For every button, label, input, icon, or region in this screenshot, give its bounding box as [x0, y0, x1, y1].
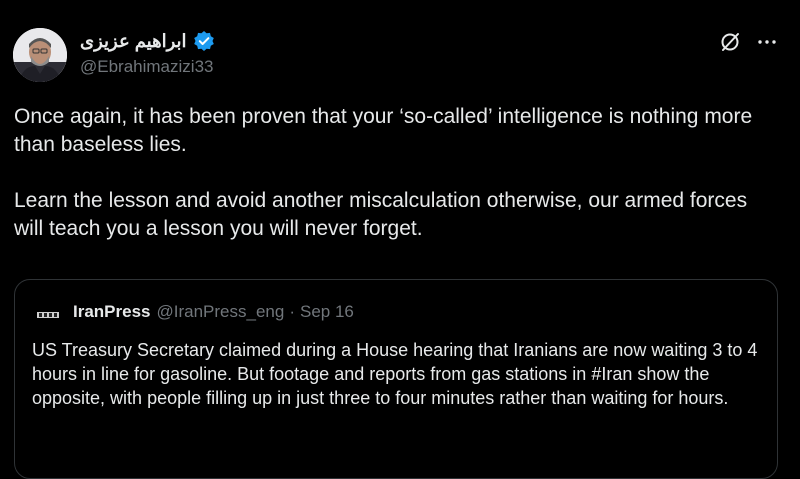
quoted-handle[interactable]: @IranPress_eng — [157, 302, 285, 322]
quoted-separator: · — [289, 302, 295, 321]
avatar[interactable] — [13, 28, 67, 82]
quoted-date[interactable]: Sep 16 — [300, 302, 354, 322]
quoted-tweet-card[interactable]: IranPress @IranPress_eng · Sep 16 US Tre… — [14, 279, 778, 479]
author-name-row: ابراهیم عزیزی — [80, 30, 215, 52]
author-handle[interactable]: @Ebrahimazizi33 — [80, 57, 213, 77]
more-icon[interactable] — [755, 30, 779, 54]
quoted-tweet-text: US Treasury Secretary claimed during a H… — [32, 340, 758, 408]
author-display-name[interactable]: ابراهیم عزیزی — [80, 31, 187, 52]
quoted-tweet-header: IranPress @IranPress_eng · Sep 16 — [37, 302, 354, 322]
quoted-avatar — [37, 306, 59, 318]
verified-badge-icon — [193, 30, 215, 52]
tweet-text: Once again, it has been proven that your… — [14, 105, 753, 240]
quoted-display-name[interactable]: IranPress — [73, 302, 151, 322]
grok-icon[interactable] — [718, 30, 742, 54]
